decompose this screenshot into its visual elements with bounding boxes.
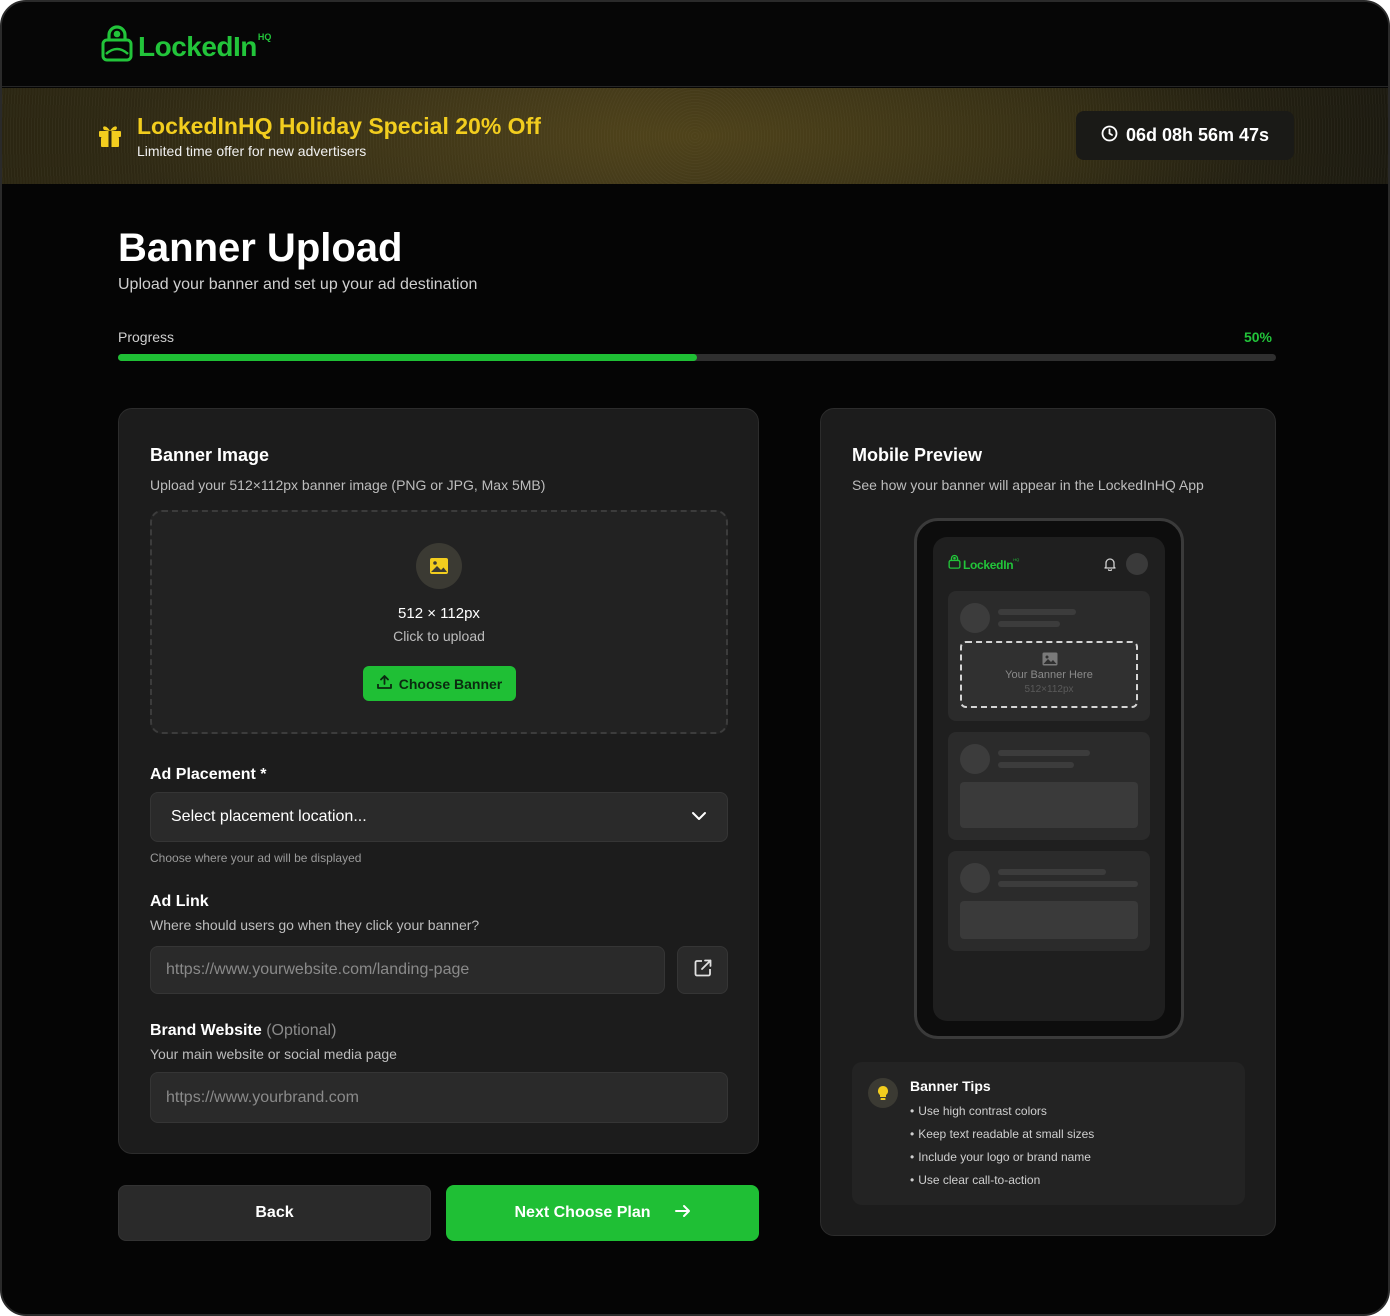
progress-bar [118,354,1276,361]
external-link-icon [693,958,713,983]
progress-percent: 50% [1243,329,1272,345]
gift-icon [98,123,122,153]
ad-link-input[interactable] [150,946,665,994]
phone-card-line [998,609,1076,615]
phone-card-media [960,901,1138,939]
phone-card-media [960,782,1138,828]
mobile-preview-subtitle: See how your banner will appear in the L… [852,477,1204,493]
phone-feed-card: Your Banner Here 512×112px [948,591,1150,721]
progress-fill [118,354,697,361]
phone-card-line [998,750,1090,756]
banner-form-card: Banner Image Upload your 512×112px banne… [118,408,759,1154]
promo-title: LockedInHQ Holiday Special 20% Off [137,113,541,139]
phone-avatar [1126,553,1148,575]
phone-card-line [998,881,1138,887]
bell-icon [1104,557,1116,576]
dropzone-size: 512 × 112px [398,605,480,622]
phone-card-avatar [960,603,990,633]
page-title: Banner Upload [118,226,403,270]
phone-mockup: LockedIn HQ Your Banner Here 512×112px [914,518,1184,1039]
countdown-timer: 06d 08h 56m 47s [1076,111,1294,160]
back-button[interactable]: Back [118,1185,431,1241]
phone-card-line [998,762,1074,768]
banner-placeholder-size: 512×112px [1024,684,1074,695]
choose-banner-label: Choose Banner [398,675,503,692]
tip-item: Use clear call-to-action [910,1173,1094,1196]
brand-website-label-text: Brand Website [150,1022,262,1039]
banner-image-subtitle: Upload your 512×112px banner image (PNG … [150,477,546,493]
phone-card-avatar [960,863,990,893]
app-window: LockedIn HQ LockedInHQ Holiday Special 2… [0,0,1390,1316]
dropzone-click-text: Click to upload [393,628,485,644]
clock-icon [1101,125,1126,147]
promo-subtitle: Limited time offer for new advertisers [137,143,367,159]
next-choose-plan-button[interactable]: Next Choose Plan [446,1185,759,1241]
ad-placement-select[interactable]: Select placement location... [150,792,728,842]
open-link-button[interactable] [677,946,728,994]
tip-item: Use high contrast colors [910,1104,1094,1127]
countdown-text: 06d 08h 56m 47s [1125,125,1270,145]
upload-icon [376,675,399,692]
phone-card-avatar [960,744,990,774]
lightbulb-icon [868,1078,898,1108]
logo-superscript: HQ [257,31,272,42]
phone-logo-superscript: HQ [1013,557,1020,562]
ad-placement-hint: Choose where your ad will be displayed [150,851,362,865]
choose-banner-button[interactable]: Choose Banner [363,666,516,701]
brand-website-input[interactable] [150,1072,728,1123]
banner-tips: Banner Tips Use high contrast colors Kee… [852,1062,1245,1205]
phone-logo: LockedIn HQ [948,554,1019,575]
tip-item: Include your logo or brand name [910,1150,1094,1173]
mobile-preview-card: Mobile Preview See how your banner will … [820,408,1276,1236]
chevron-down-icon [691,808,707,826]
image-icon [416,543,462,589]
brand-logo[interactable]: LockedIn HQ [100,24,271,69]
phone-feed-card [948,851,1150,951]
phone-feed-card [948,732,1150,840]
logo-text: LockedIn [138,30,257,62]
tip-item: Keep text readable at small sizes [910,1127,1094,1150]
ad-link-label: Ad Link [150,893,209,910]
top-bar: LockedIn HQ [2,2,1388,87]
page-subtitle: Upload your banner and set up your ad de… [118,276,478,293]
ad-placement-value: Select placement location... [171,808,367,825]
phone-banner-slot: Your Banner Here 512×112px [960,641,1138,708]
optional-tag: (Optional) [266,1022,337,1039]
mobile-preview-title: Mobile Preview [852,445,983,465]
banner-image-title: Banner Image [150,445,270,465]
banner-placeholder-text: Your Banner Here [1005,669,1093,681]
next-button-label: Next Choose Plan [514,1204,651,1221]
lock-logo-icon [948,554,961,575]
phone-screen: LockedIn HQ Your Banner Here 512×112px [933,537,1165,1021]
lock-logo-icon [100,24,134,69]
brand-website-subtitle: Your main website or social media page [150,1046,397,1062]
tips-list: Use high contrast colors Keep text reada… [910,1104,1094,1196]
phone-card-line [998,621,1060,627]
phone-logo-text: LockedIn [963,557,1014,572]
arrow-right-icon [651,1204,691,1223]
progress-label: Progress [118,329,175,345]
ad-placement-label: Ad Placement * [150,766,267,783]
banner-dropzone[interactable]: 512 × 112px Click to upload Choose Banne… [150,510,728,734]
tips-title: Banner Tips [910,1078,991,1094]
ad-link-subtitle: Where should users go when they click yo… [150,917,480,933]
phone-card-line [998,869,1106,875]
brand-website-label: Brand Website (Optional) [150,1022,336,1040]
back-button-label: Back [255,1204,294,1221]
